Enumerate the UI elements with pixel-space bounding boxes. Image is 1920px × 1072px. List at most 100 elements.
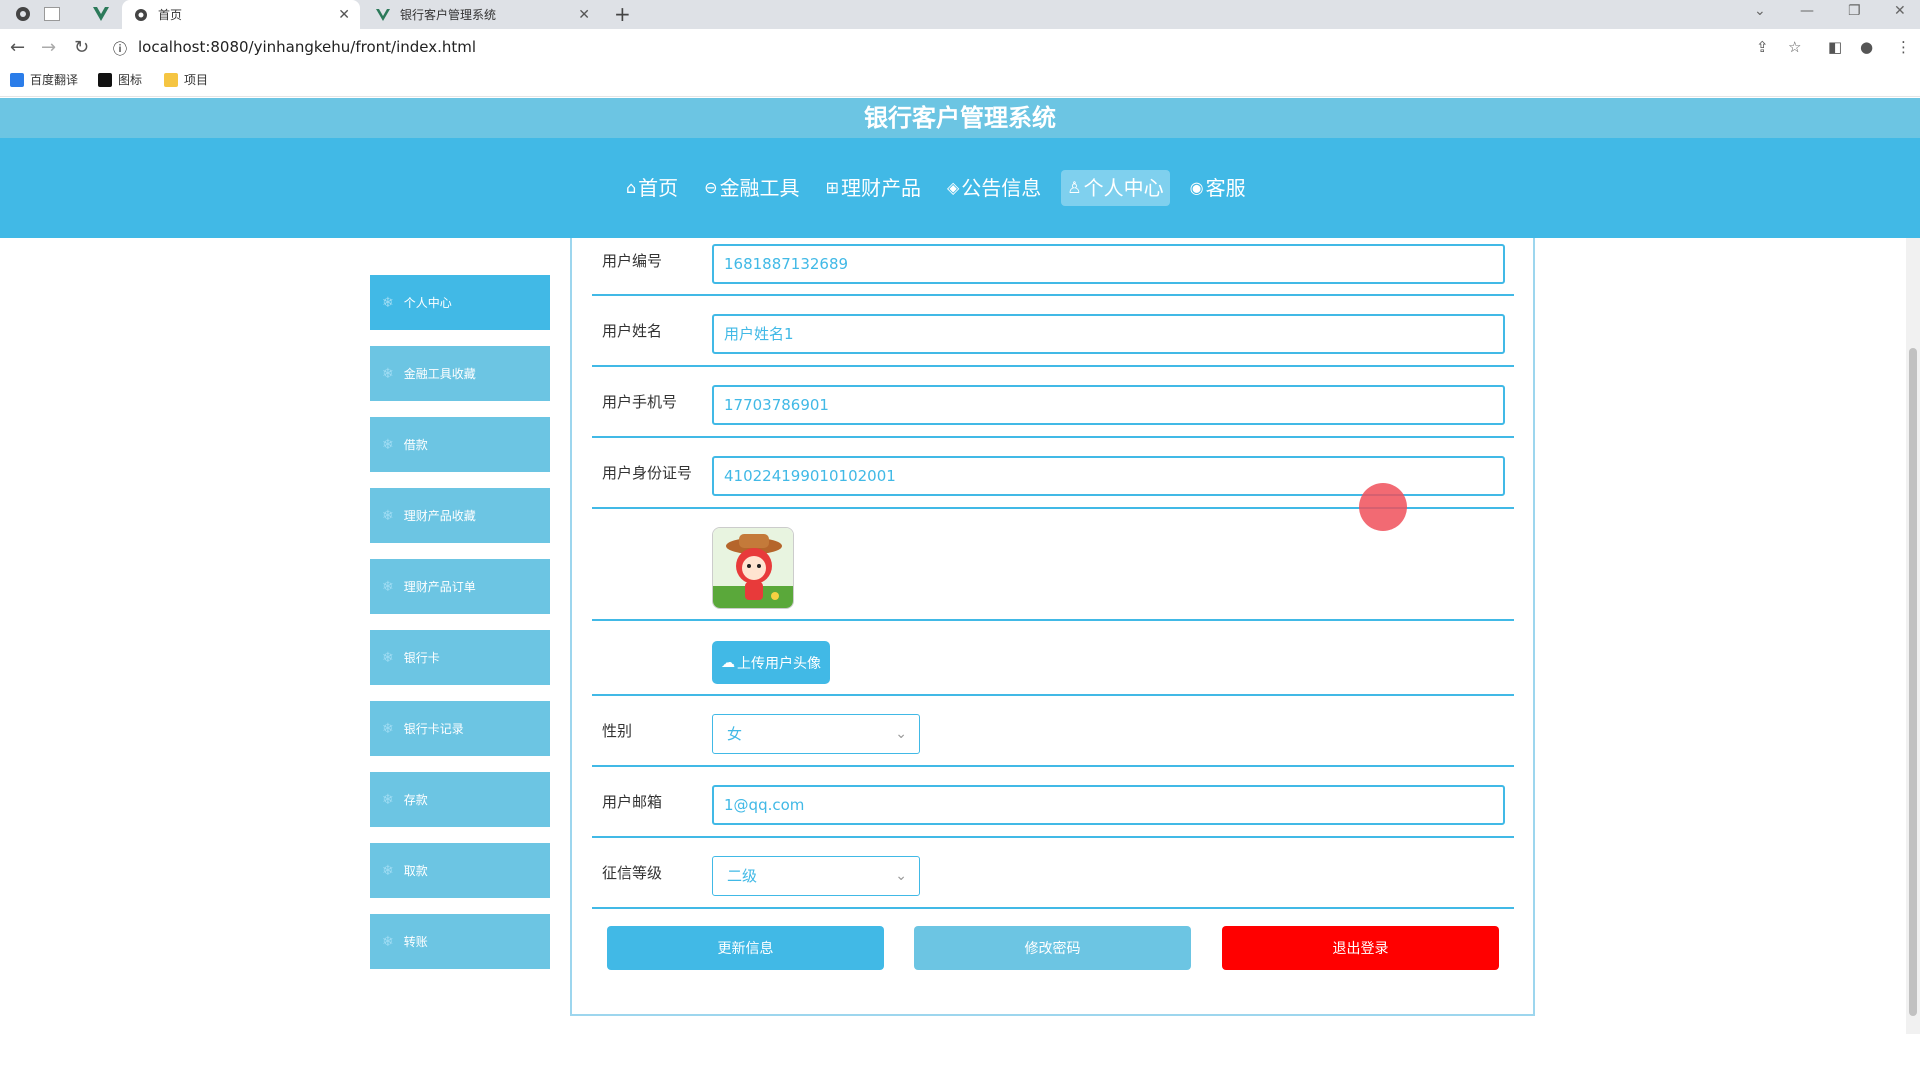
tab-home[interactable]: 首页 ✕ xyxy=(122,0,360,29)
nav-tools[interactable]: ⊖ 金融工具 xyxy=(698,170,805,206)
globe-icon xyxy=(134,8,148,22)
new-tab-button[interactable]: + xyxy=(614,2,631,26)
notice-icon: ◈ xyxy=(946,178,960,197)
share-icon[interactable]: ⇪ xyxy=(1756,38,1769,56)
tab-title: 银行客户管理系统 xyxy=(400,8,497,22)
folder-icon xyxy=(164,72,178,87)
sidepanel-icon[interactable]: ◧ xyxy=(1828,38,1842,56)
change-password-button[interactable]: 修改密码 xyxy=(914,926,1191,970)
close-icon[interactable]: ✕ xyxy=(338,7,350,23)
scrollbar-thumb[interactable] xyxy=(1909,348,1917,1016)
user-no-input[interactable]: 1681887132689 xyxy=(712,244,1505,284)
user-name-label: 用户姓名 xyxy=(602,322,663,340)
tab-title: 首页 xyxy=(158,8,183,22)
minimize-icon[interactable]: — xyxy=(1800,3,1814,19)
sidebar-item-product-orders[interactable]: ❄ 理财产品订单 xyxy=(370,559,550,614)
sidebar-item-loan[interactable]: ❄ 借款 xyxy=(370,417,550,472)
blank-tab-icon[interactable] xyxy=(44,7,60,21)
sidebar-item-card-records[interactable]: ❄ 银行卡记录 xyxy=(370,701,550,756)
snowflake-icon: ❄ xyxy=(382,578,394,595)
user-icon: ♙ xyxy=(1067,178,1082,197)
form-row-email: 用户邮箱 1@qq.com xyxy=(592,767,1514,838)
menu-icon[interactable]: ⋮ xyxy=(1896,38,1911,56)
image-icon xyxy=(98,72,112,87)
reload-icon[interactable]: ↻ xyxy=(74,37,89,58)
gender-select[interactable]: 女 ⌄ xyxy=(712,714,920,754)
credit-label: 征信等级 xyxy=(602,864,663,882)
info-icon[interactable]: ⓘ xyxy=(113,39,127,59)
email-label: 用户邮箱 xyxy=(602,793,663,811)
vue-icon[interactable] xyxy=(92,5,110,23)
product-icon: ⊞ xyxy=(825,178,839,197)
restore-icon[interactable]: ❐ xyxy=(1848,3,1861,19)
form-row-credit: 征信等级 二级 ⌄ xyxy=(592,838,1514,909)
close-icon[interactable]: ✕ xyxy=(578,7,590,23)
email-input[interactable]: 1@qq.com xyxy=(712,785,1505,825)
sidebar-item-deposit[interactable]: ❄ 存款 xyxy=(370,772,550,827)
form-row-phone: 用户手机号 17703786901 xyxy=(592,367,1514,438)
profile-form: 用户编号 1681887132689 用户姓名 用户姓名1 用户手机号 1770… xyxy=(570,238,1535,1016)
main-nav: ⌂ 首页 ⊖ 金融工具 ⊞ 理财产品 ◈ 公告信息 ♙ 个人中心 ◉ 客服 xyxy=(0,138,1920,238)
nav-service[interactable]: ◉ 客服 xyxy=(1184,170,1252,206)
sidebar-item-profile[interactable]: ❄ 个人中心 xyxy=(370,275,550,330)
snowflake-icon: ❄ xyxy=(382,507,394,524)
form-row-user-name: 用户姓名 用户姓名1 xyxy=(592,296,1514,367)
page-title: 银行客户管理系统 xyxy=(864,104,1056,132)
vue-icon xyxy=(376,8,390,22)
sidebar-item-transfer[interactable]: ❄ 转账 xyxy=(370,914,550,969)
sidebar-item-product-favorites[interactable]: ❄ 理财产品收藏 xyxy=(370,488,550,543)
snowflake-icon: ❄ xyxy=(382,791,394,808)
forward-icon[interactable]: → xyxy=(41,37,56,58)
bookmark-item[interactable]: 项目 xyxy=(164,71,208,88)
sidebar-item-bank-card[interactable]: ❄ 银行卡 xyxy=(370,630,550,685)
snowflake-icon: ❄ xyxy=(382,862,394,879)
translate-icon xyxy=(10,72,24,87)
id-card-label: 用户身份证号 xyxy=(602,464,693,482)
nav-products[interactable]: ⊞ 理财产品 xyxy=(820,170,927,206)
gender-label: 性别 xyxy=(602,722,633,740)
snowflake-icon: ❄ xyxy=(382,365,394,382)
nav-home[interactable]: ⌂ 首页 xyxy=(620,170,684,206)
nav-notices[interactable]: ◈ 公告信息 xyxy=(941,170,1047,206)
site-title-bar: 银行客户管理系统 xyxy=(0,98,1920,138)
service-icon: ◉ xyxy=(1189,178,1204,197)
globe-icon[interactable] xyxy=(14,5,32,23)
form-row-upload: ☁ 上传用户头像 xyxy=(592,621,1514,696)
sidebar-item-withdraw[interactable]: ❄ 取款 xyxy=(370,843,550,898)
chevron-down-icon: ⌄ xyxy=(895,726,907,742)
cloud-upload-icon: ☁ xyxy=(721,654,735,671)
phone-label: 用户手机号 xyxy=(602,393,678,411)
snowflake-icon: ❄ xyxy=(382,649,394,666)
bookmarks-bar: 百度翻译 图标 项目 xyxy=(0,65,1920,97)
user-no-label: 用户编号 xyxy=(602,252,663,270)
tab-search-icon[interactable]: ⌄ xyxy=(1754,3,1766,19)
logout-button[interactable]: 退出登录 xyxy=(1222,926,1499,970)
tab-system[interactable]: 银行客户管理系统 ✕ xyxy=(364,0,600,29)
back-icon[interactable]: ← xyxy=(10,37,25,58)
home-icon: ⌂ xyxy=(626,178,637,197)
form-row-gender: 性别 女 ⌄ xyxy=(592,696,1514,767)
phone-input[interactable]: 17703786901 xyxy=(712,385,1505,425)
chevron-down-icon: ⌄ xyxy=(895,868,907,884)
cursor-highlight xyxy=(1359,483,1407,531)
profile-icon[interactable]: ● xyxy=(1860,38,1873,56)
star-icon[interactable]: ☆ xyxy=(1788,38,1801,56)
address-bar: ← → ↻ ⓘ localhost:8080/yinhangkehu/front… xyxy=(0,29,1920,65)
sidebar: ❄ 个人中心 ❄ 金融工具收藏 ❄ 借款 ❄ 理财产品收藏 ❄ 理财产品订单 ❄ 银行卡 ❄… xyxy=(370,275,550,985)
bookmark-item[interactable]: 百度翻译 xyxy=(10,71,78,88)
tools-icon: ⊖ xyxy=(704,178,718,197)
bookmark-item[interactable]: 图标 xyxy=(98,71,142,88)
url-input[interactable]: localhost:8080/yinhangkehu/front/index.h… xyxy=(138,38,476,56)
snowflake-icon: ❄ xyxy=(382,294,394,311)
sidebar-item-tool-favorites[interactable]: ❄ 金融工具收藏 xyxy=(370,346,550,401)
snowflake-icon: ❄ xyxy=(382,436,394,453)
snowflake-icon: ❄ xyxy=(382,933,394,950)
snowflake-icon: ❄ xyxy=(382,720,394,737)
user-name-input[interactable]: 用户姓名1 xyxy=(712,314,1505,354)
nav-profile[interactable]: ♙ 个人中心 xyxy=(1061,170,1170,206)
avatar xyxy=(712,527,794,609)
update-info-button[interactable]: 更新信息 xyxy=(607,926,884,970)
window-close-icon[interactable]: ✕ xyxy=(1894,3,1906,19)
upload-avatar-button[interactable]: ☁ 上传用户头像 xyxy=(712,641,830,684)
credit-select[interactable]: 二级 ⌄ xyxy=(712,856,920,896)
